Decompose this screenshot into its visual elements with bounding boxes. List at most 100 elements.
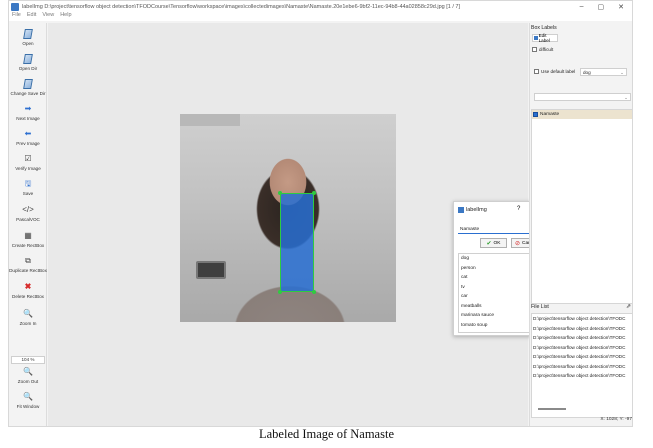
chevron-down-icon: ⌄: [624, 95, 628, 100]
delete-rectbox-label: Delete RectBox: [12, 294, 44, 299]
zoom-in-button[interactable]: 🔍 Zoom In: [9, 309, 47, 326]
cursor-coordinates: X: 1028; Y: -97: [600, 417, 632, 422]
checkmark-icon: ✔: [486, 240, 492, 247]
app-icon: [11, 2, 19, 11]
open-button[interactable]: Open: [9, 29, 47, 46]
dialog-title: labelImg: [466, 207, 487, 213]
verify-image-button[interactable]: ☑ Verify Image: [9, 154, 47, 171]
window-controls: – ▢ ✕: [580, 3, 624, 11]
zoom-out-icon: 🔍: [23, 367, 33, 376]
zoom-in-icon: 🔍: [23, 309, 33, 318]
open-icon: [23, 29, 33, 39]
labelimg-window: labelImg D:\project\tensorflow object de…: [8, 0, 633, 427]
save-label: Save: [22, 191, 34, 196]
difficult-checkbox[interactable]: [532, 47, 537, 52]
file-list-scrollbar[interactable]: [538, 408, 566, 410]
zoom-out-label: Zoom Out: [17, 379, 39, 384]
ceiling-fan-shape: [180, 114, 240, 126]
checkbox-icon: ☑: [24, 154, 32, 163]
create-rectbox-label: Create RectBox: [11, 243, 45, 248]
zoom-out-button[interactable]: 🔍 Zoom Out: [9, 367, 47, 384]
arrow-right-icon: ➡: [24, 104, 32, 113]
ok-label: OK: [493, 240, 501, 246]
close-button[interactable]: ✕: [618, 3, 624, 11]
open-dir-button[interactable]: Open Dir: [9, 54, 47, 71]
edit-icon: [534, 36, 538, 40]
menu-help[interactable]: Help: [60, 12, 71, 21]
list-item[interactable]: D:\project\tensorflow object detection\T…: [532, 324, 632, 334]
right-panel: Box Labels Edit Label difficult Use defa…: [529, 23, 632, 426]
arrow-left-icon: ⬅: [24, 129, 32, 138]
change-save-dir-button[interactable]: Change Save Dir: [9, 79, 47, 96]
help-button[interactable]: ?: [517, 206, 520, 212]
change-save-dir-label: Change Save Dir: [10, 91, 46, 96]
tool-bar: Open Open Dir Change Save Dir ➡ Next Ima…: [9, 23, 47, 426]
image-canvas[interactable]: labelImg ? ✕ ✔ OK ⊘ Cancel dog person ca…: [48, 23, 549, 426]
format-label: PascalVOC: [16, 217, 40, 222]
delete-x-icon: ✖: [24, 282, 32, 291]
fit-window-icon: 🔍: [23, 392, 33, 401]
undock-icon[interactable]: ⇗: [626, 303, 631, 310]
fit-window-label: Fit Window: [16, 404, 40, 409]
use-default-label-checkbox[interactable]: [534, 69, 539, 74]
list-item[interactable]: D:\project\tensorflow object detection\T…: [532, 362, 632, 372]
menu-view[interactable]: View: [42, 12, 54, 21]
default-label-value: dog: [583, 70, 591, 75]
list-item[interactable]: Namaste: [532, 110, 632, 119]
figure-caption: Labeled Image of Namaste: [258, 427, 394, 441]
minimize-button[interactable]: –: [580, 3, 584, 11]
edit-label-text: Edit Label: [538, 33, 550, 43]
window-title: labelImg D:\project\tensorflow object de…: [22, 3, 460, 10]
next-image-label: Next Image: [16, 116, 40, 121]
verify-image-label: Verify Image: [15, 166, 41, 171]
label-list: Namaste: [531, 109, 632, 304]
menu-edit[interactable]: Edit: [27, 12, 36, 21]
format-toggle-button[interactable]: </> PascalVOC: [9, 205, 47, 222]
edit-label-button[interactable]: Edit Label: [532, 33, 558, 43]
list-item[interactable]: D:\project\tensorflow object detection\T…: [532, 333, 632, 343]
file-list-title: File List: [531, 304, 549, 310]
maximize-button[interactable]: ▢: [598, 3, 605, 11]
cancel-icon: ⊘: [515, 240, 521, 247]
menu-file[interactable]: File: [12, 12, 21, 21]
open-dir-icon: [23, 54, 33, 64]
save-dir-icon: [23, 79, 33, 89]
bbox-handle[interactable]: [312, 290, 316, 294]
menu-bar: File Edit View Help: [9, 12, 632, 21]
list-item[interactable]: D:\project\tensorflow object detection\T…: [532, 352, 632, 362]
title-bar: labelImg D:\project\tensorflow object de…: [9, 1, 632, 12]
open-dir-label: Open Dir: [18, 66, 38, 71]
copy-icon: ⧉: [25, 256, 31, 265]
bbox-handle[interactable]: [278, 191, 282, 195]
draw-box-icon: ▦: [24, 231, 32, 240]
chevron-down-icon: ⌄: [620, 70, 624, 75]
create-rectbox-button[interactable]: ▦ Create RectBox: [9, 231, 47, 248]
label-filter-select[interactable]: ⌄: [534, 93, 631, 101]
file-list: D:\project\tensorflow object detection\T…: [531, 313, 632, 418]
label-item-text: Namaste: [540, 112, 560, 117]
next-image-button[interactable]: ➡ Next Image: [9, 104, 47, 121]
zoom-level-field[interactable]: 104 %: [11, 356, 45, 364]
box-labels-title: Box Labels: [531, 25, 557, 31]
bounding-box[interactable]: [280, 193, 314, 292]
code-icon: </>: [22, 205, 34, 214]
delete-rectbox-button[interactable]: ✖ Delete RectBox: [9, 282, 47, 299]
duplicate-rectbox-button[interactable]: ⧉ Duplicate RectBox: [9, 256, 47, 273]
prev-image-button[interactable]: ⬅ Prev Image: [9, 129, 47, 146]
checkbox-icon[interactable]: [533, 112, 538, 117]
bbox-handle[interactable]: [278, 290, 282, 294]
list-item[interactable]: D:\project\tensorflow object detection\T…: [532, 314, 632, 324]
list-item[interactable]: D:\project\tensorflow object detection\T…: [532, 343, 632, 353]
floppy-disk-icon: 🖫: [24, 179, 32, 188]
ok-button[interactable]: ✔ OK: [480, 238, 507, 248]
wall-socket-shape: [196, 261, 226, 279]
zoom-in-label: Zoom In: [19, 321, 37, 326]
bbox-handle[interactable]: [312, 191, 316, 195]
list-item[interactable]: D:\project\tensorflow object detection\T…: [532, 371, 632, 381]
app-icon: [458, 207, 464, 213]
prev-image-label: Prev Image: [16, 141, 40, 146]
save-button[interactable]: 🖫 Save: [9, 179, 47, 196]
default-label-select[interactable]: dog ⌄: [580, 68, 627, 76]
fit-window-button[interactable]: 🔍 Fit Window: [9, 392, 47, 409]
difficult-label: difficult: [539, 47, 554, 52]
